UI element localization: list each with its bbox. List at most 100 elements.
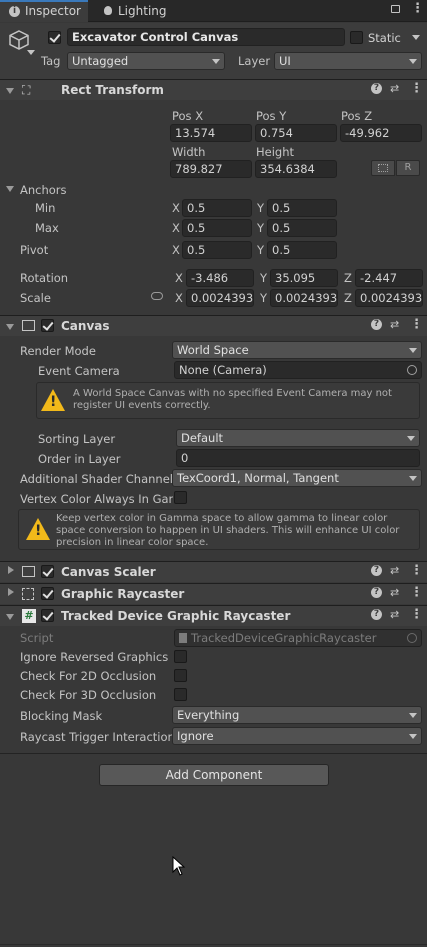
component-menu-icon[interactable]: ⋮ bbox=[410, 82, 423, 95]
component-menu-icon[interactable]: ⋮ bbox=[410, 586, 423, 599]
anchors-label[interactable]: Anchors bbox=[20, 183, 67, 197]
rotation-y-field[interactable]: 35.095 bbox=[270, 269, 338, 287]
help-icon[interactable]: ? bbox=[371, 587, 382, 598]
blocking-mask-dropdown[interactable]: Everything bbox=[172, 706, 422, 724]
tag-label: Tag bbox=[41, 54, 61, 68]
warning-icon: ! bbox=[41, 389, 65, 411]
tracked-raycaster-header[interactable]: # Tracked Device Graphic Raycaster ? ⇄ ⋮ bbox=[0, 605, 427, 626]
help-icon[interactable]: ? bbox=[371, 609, 382, 620]
pos-y-field[interactable]: 0.754 bbox=[255, 124, 337, 142]
preset-icon[interactable]: ⇄ bbox=[390, 83, 402, 95]
scale-y-field[interactable]: 0.0024393 bbox=[270, 289, 338, 307]
vertex-color-checkbox[interactable] bbox=[174, 491, 187, 504]
render-mode-dropdown[interactable]: World Space bbox=[172, 341, 422, 359]
warning-icon: ! bbox=[26, 518, 50, 540]
tab-bar: i Inspector Lighting ⋮ bbox=[0, 0, 427, 22]
anchor-max-y-field[interactable]: 0.5 bbox=[267, 219, 337, 237]
graphic-raycaster-header[interactable]: Graphic Raycaster ? ⇄ ⋮ bbox=[0, 583, 427, 604]
tab-inspector[interactable]: i Inspector bbox=[0, 0, 88, 22]
check-3d-label: Check For 3D Occlusion bbox=[20, 688, 157, 702]
anchors-foldout-icon[interactable] bbox=[6, 186, 14, 192]
layer-dropdown[interactable]: UI bbox=[274, 52, 422, 70]
script-file-icon bbox=[179, 633, 187, 643]
canvas-header[interactable]: Canvas ? ⇄ ⋮ bbox=[0, 315, 427, 336]
add-component-button[interactable]: Add Component bbox=[99, 764, 329, 786]
preset-icon[interactable]: ⇄ bbox=[390, 587, 402, 599]
static-checkbox[interactable] bbox=[350, 31, 363, 44]
preset-icon[interactable]: ⇄ bbox=[390, 319, 402, 331]
tag-dropdown[interactable]: Untagged bbox=[67, 52, 225, 70]
foldout-icon[interactable] bbox=[8, 566, 14, 574]
x-label: X bbox=[172, 243, 180, 257]
ignore-reversed-checkbox[interactable] bbox=[174, 650, 187, 663]
event-camera-value: None (Camera) bbox=[179, 363, 267, 377]
preset-icon[interactable]: ⇄ bbox=[390, 565, 402, 577]
anchor-max-x-field[interactable]: 0.5 bbox=[182, 219, 252, 237]
foldout-icon[interactable] bbox=[6, 88, 14, 94]
check-2d-checkbox[interactable] bbox=[174, 669, 187, 682]
preset-icon[interactable]: ⇄ bbox=[390, 609, 402, 621]
tracked-raycaster-enabled-checkbox[interactable] bbox=[41, 609, 54, 622]
tab-menu-icon[interactable]: ⋮ bbox=[411, 2, 424, 15]
help-icon[interactable]: ? bbox=[371, 565, 382, 576]
raw-edit-button[interactable]: R bbox=[396, 160, 420, 176]
graphic-raycaster-enabled-checkbox[interactable] bbox=[41, 587, 54, 600]
script-label: Script bbox=[20, 631, 54, 645]
lock-icon[interactable] bbox=[391, 5, 400, 13]
canvas-enabled-checkbox[interactable] bbox=[41, 319, 54, 332]
divider bbox=[0, 753, 427, 754]
canvas-icon bbox=[22, 320, 35, 331]
icon-dropdown-icon[interactable] bbox=[27, 50, 35, 55]
scale-x-field[interactable]: 0.0024393 bbox=[186, 289, 254, 307]
chevron-down-icon bbox=[409, 59, 417, 64]
gameobject-name-field[interactable]: Excavator Control Canvas bbox=[67, 28, 345, 46]
scale-label: Scale bbox=[20, 291, 51, 305]
help-icon[interactable]: ? bbox=[371, 83, 382, 94]
y-label: Y bbox=[257, 243, 265, 257]
component-menu-icon[interactable]: ⋮ bbox=[410, 318, 423, 331]
graphic-raycaster-title: Graphic Raycaster bbox=[61, 587, 185, 601]
width-field[interactable]: 789.827 bbox=[170, 160, 252, 178]
raycast-trigger-dropdown[interactable]: Ignore bbox=[172, 727, 422, 745]
rect-transform-header[interactable]: ⛶ Rect Transform ? ⇄ ⋮ bbox=[0, 79, 427, 100]
shader-channels-label: Additional Shader Channels bbox=[20, 472, 173, 486]
static-dropdown-icon[interactable] bbox=[412, 35, 420, 40]
rotation-z-field[interactable]: -2.447 bbox=[355, 269, 423, 287]
pos-z-field[interactable]: -49.962 bbox=[340, 124, 422, 142]
order-in-layer-field[interactable]: 0 bbox=[176, 449, 420, 467]
blueprint-mode-button[interactable] bbox=[371, 160, 395, 176]
anchor-min-y-field[interactable]: 0.5 bbox=[267, 199, 337, 217]
x-label: X bbox=[172, 221, 180, 235]
sorting-layer-value: Default bbox=[181, 431, 224, 445]
pivot-x-field[interactable]: 0.5 bbox=[182, 241, 252, 259]
constrain-proportions-icon[interactable] bbox=[151, 292, 163, 300]
sorting-layer-dropdown[interactable]: Default bbox=[176, 429, 420, 447]
help-icon[interactable]: ? bbox=[371, 319, 382, 330]
canvas-scaler-enabled-checkbox[interactable] bbox=[41, 565, 54, 578]
rotation-x-field[interactable]: -3.486 bbox=[186, 269, 254, 287]
canvas-scaler-title: Canvas Scaler bbox=[61, 565, 156, 579]
component-menu-icon[interactable]: ⋮ bbox=[410, 564, 423, 577]
foldout-icon[interactable] bbox=[6, 324, 14, 330]
tab-lighting[interactable]: Lighting bbox=[96, 0, 176, 22]
add-component-label: Add Component bbox=[165, 768, 263, 782]
canvas-scaler-header[interactable]: Canvas Scaler ? ⇄ ⋮ bbox=[0, 561, 427, 582]
anchor-min-x-field[interactable]: 0.5 bbox=[182, 199, 252, 217]
height-field[interactable]: 354.6384 bbox=[255, 160, 337, 178]
shader-channels-dropdown[interactable]: TexCoord1, Normal, Tangent bbox=[172, 469, 422, 487]
check-3d-checkbox[interactable] bbox=[174, 688, 187, 701]
pos-x-field[interactable]: 13.574 bbox=[170, 124, 252, 142]
gameobject-header: Excavator Control Canvas Static Tag Unta… bbox=[0, 23, 427, 79]
min-label: Min bbox=[35, 201, 56, 215]
active-checkbox[interactable] bbox=[48, 31, 61, 44]
foldout-icon[interactable] bbox=[8, 588, 14, 596]
info-icon: i bbox=[9, 6, 20, 17]
object-picker-icon[interactable] bbox=[407, 365, 417, 375]
event-camera-field[interactable]: None (Camera) bbox=[174, 361, 422, 379]
pivot-y-field[interactable]: 0.5 bbox=[267, 241, 337, 259]
raycaster-icon bbox=[22, 588, 34, 600]
script-field: TrackedDeviceGraphicRaycaster bbox=[174, 629, 422, 647]
scale-z-field[interactable]: 0.0024393 bbox=[355, 289, 423, 307]
component-menu-icon[interactable]: ⋮ bbox=[410, 608, 423, 621]
foldout-icon[interactable] bbox=[6, 614, 14, 620]
